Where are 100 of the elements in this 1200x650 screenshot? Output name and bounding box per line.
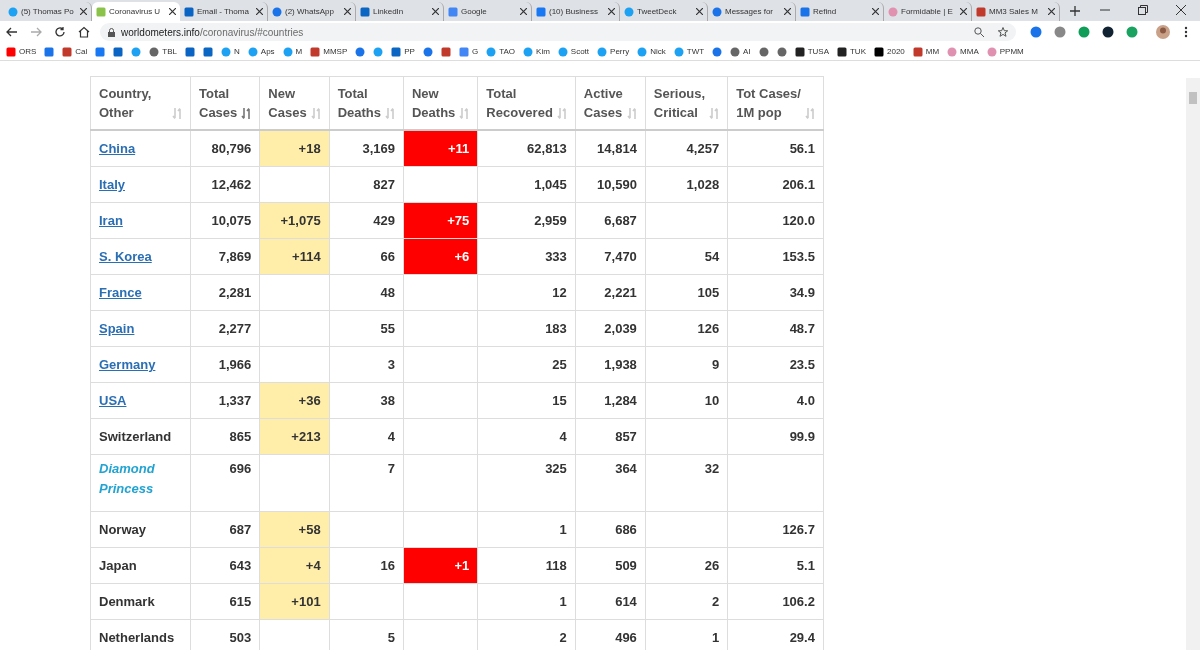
bookmark[interactable]: Scott bbox=[557, 46, 590, 57]
browser-tab[interactable]: (10) Business bbox=[532, 2, 620, 21]
bookmark[interactable]: Perry bbox=[597, 46, 630, 57]
app-icon bbox=[185, 46, 196, 57]
country-link[interactable]: Iran bbox=[99, 213, 123, 228]
table-cell: 4 bbox=[477, 418, 576, 455]
table-cell: 2,221 bbox=[575, 274, 646, 311]
bookmark[interactable]: MM bbox=[912, 46, 940, 57]
back-icon[interactable] bbox=[6, 26, 18, 38]
table-cell: +1,075 bbox=[259, 202, 330, 239]
table-cell: 48 bbox=[329, 274, 404, 311]
bookmark[interactable]: TWT bbox=[673, 46, 705, 57]
country-name: Norway bbox=[99, 522, 146, 537]
browser-tab[interactable]: MM3 Sales M bbox=[972, 2, 1060, 21]
table-cell: 333 bbox=[477, 238, 576, 275]
table-cell: 153.5 bbox=[727, 238, 824, 275]
table-cell: 827 bbox=[329, 166, 404, 203]
table-cell: 12 bbox=[477, 274, 576, 311]
close-icon[interactable] bbox=[344, 8, 351, 15]
country-name: Netherlands bbox=[99, 630, 175, 645]
country-link[interactable]: Spain bbox=[99, 321, 135, 336]
close-icon[interactable] bbox=[169, 8, 176, 15]
table-cell: 54 bbox=[645, 238, 728, 275]
app-icon bbox=[360, 6, 370, 17]
bookmark[interactable]: N bbox=[221, 46, 240, 57]
bookmark[interactable]: Aps bbox=[247, 46, 275, 57]
address-bar[interactable]: worldometers.info/coronavirus/#countries bbox=[100, 23, 1016, 41]
reload-icon[interactable] bbox=[54, 26, 66, 38]
bookmark[interactable]: Nick bbox=[637, 46, 666, 57]
table-cell: +75 bbox=[403, 202, 478, 239]
country-name: Switzerland bbox=[99, 429, 172, 444]
bookmark[interactable]: TAO bbox=[486, 46, 516, 57]
country-link[interactable]: USA bbox=[99, 393, 127, 408]
bookmark[interactable]: PP bbox=[391, 46, 415, 57]
bookmark[interactable]: G bbox=[458, 46, 479, 57]
close-icon[interactable] bbox=[608, 8, 615, 15]
table-cell: 25 bbox=[477, 346, 576, 383]
table-cell: 106.2 bbox=[727, 583, 824, 620]
browser-tab[interactable]: Formidable | E bbox=[884, 2, 972, 21]
restore-icon[interactable] bbox=[1138, 5, 1148, 15]
browser-tab[interactable]: Messages for bbox=[708, 2, 796, 21]
bookmark[interactable]: MMSP bbox=[310, 46, 348, 57]
close-icon[interactable] bbox=[520, 8, 527, 15]
bookmark[interactable]: TBL bbox=[149, 46, 178, 57]
close-icon[interactable] bbox=[696, 8, 703, 15]
browser-tab[interactable]: Google bbox=[444, 2, 532, 21]
close-icon[interactable] bbox=[1048, 8, 1055, 15]
table-cell: +1 bbox=[403, 547, 478, 584]
table-cell: 2 bbox=[477, 619, 576, 650]
bookmark[interactable]: MMA bbox=[947, 46, 979, 57]
home-icon[interactable] bbox=[78, 26, 90, 38]
browser-tab[interactable]: LinkedIn bbox=[356, 2, 444, 21]
extension-icon[interactable] bbox=[1102, 26, 1114, 38]
bookmark[interactable]: Cal bbox=[62, 46, 88, 57]
star-icon[interactable] bbox=[998, 27, 1008, 37]
table-cell: 1 bbox=[477, 511, 576, 548]
bookmark[interactable]: M bbox=[282, 46, 303, 57]
country-link[interactable]: S. Korea bbox=[99, 249, 152, 264]
table-cell: 32 bbox=[645, 454, 728, 512]
table-cell: 56.1 bbox=[727, 130, 824, 167]
close-icon[interactable] bbox=[256, 8, 263, 15]
close-icon[interactable] bbox=[432, 8, 439, 15]
bookmark[interactable]: TUK bbox=[837, 46, 866, 57]
table-cell: +213 bbox=[259, 418, 330, 455]
zoom-icon[interactable] bbox=[974, 27, 984, 37]
browser-tab[interactable]: (2) WhatsApp bbox=[268, 2, 356, 21]
bookmark[interactable]: PPMM bbox=[986, 46, 1024, 57]
table-cell: 1,028 bbox=[645, 166, 728, 203]
table-cell: 325 bbox=[477, 454, 576, 512]
column-header[interactable]: Country, Other bbox=[90, 76, 191, 130]
close-icon[interactable] bbox=[872, 8, 879, 15]
bookmark[interactable]: ORS bbox=[6, 46, 37, 57]
browser-tab[interactable]: Refind bbox=[796, 2, 884, 21]
table-cell: 80,796 bbox=[190, 130, 260, 167]
close-icon[interactable] bbox=[80, 8, 87, 15]
country-link[interactable]: Italy bbox=[99, 177, 125, 192]
bookmark[interactable]: Kim bbox=[523, 46, 550, 57]
browser-tab[interactable]: Coronavirus U bbox=[92, 2, 180, 21]
table-cell: 1 bbox=[645, 619, 728, 650]
country-link[interactable]: Germany bbox=[99, 357, 156, 372]
close-icon[interactable] bbox=[1176, 5, 1186, 15]
browser-tab[interactable]: Email - Thoma bbox=[180, 2, 268, 21]
browser-tab[interactable]: TweetDeck bbox=[620, 2, 708, 21]
country-link[interactable]: France bbox=[99, 285, 142, 300]
plus-icon[interactable] bbox=[1070, 6, 1080, 16]
avatar-icon[interactable] bbox=[1156, 25, 1170, 39]
table-cell: 206.1 bbox=[727, 166, 824, 203]
table-cell: 2,959 bbox=[477, 202, 576, 239]
bookmark[interactable]: TUSA bbox=[794, 46, 829, 57]
menu-icon[interactable] bbox=[1184, 26, 1188, 38]
close-icon[interactable] bbox=[784, 8, 791, 15]
close-icon[interactable] bbox=[960, 8, 967, 15]
scrollbar[interactable] bbox=[1186, 78, 1200, 650]
bookmark[interactable]: AI bbox=[730, 46, 751, 57]
country-link[interactable]: China bbox=[99, 141, 136, 156]
bookmark[interactable]: 2020 bbox=[874, 46, 905, 57]
table-cell: 5 bbox=[329, 619, 404, 650]
table-cell: 99.9 bbox=[727, 418, 824, 455]
table-cell: 614 bbox=[575, 583, 646, 620]
app-icon bbox=[837, 46, 847, 57]
